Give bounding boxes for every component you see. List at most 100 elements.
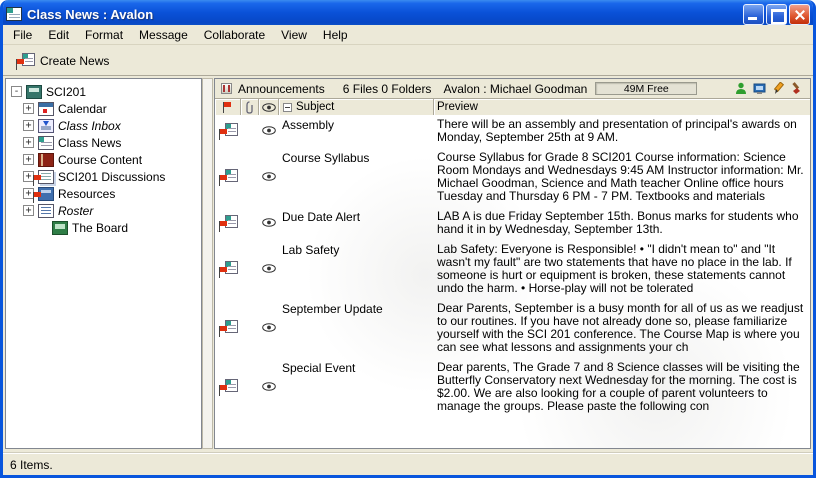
pane-view-icon[interactable] [221,83,232,94]
message-list-pane: Announcements 6 Files 0 Folders Avalon :… [214,78,811,449]
viewed-column-header[interactable] [259,99,279,115]
monitor-icon[interactable] [753,83,766,95]
attachment-column-header[interactable] [241,99,259,115]
news-item-icon [219,320,238,336]
news-item-icon [219,169,238,185]
eye-icon [262,218,276,227]
tree-item-label: Roster [58,204,93,218]
tree-item-icon [38,170,54,184]
create-news-label: Create News [40,54,109,68]
tree-item-icon [38,102,54,116]
menu-item[interactable]: Help [315,25,356,45]
maximize-icon[interactable] [766,4,787,25]
message-subject[interactable]: Course Syllabus [282,151,369,165]
collapse-all-icon[interactable] [283,103,292,112]
tree-item-icon [38,204,54,218]
item-count: 6 Items. [10,458,53,472]
create-news-button[interactable]: Create News [9,49,116,73]
attachment-cell [241,301,259,354]
app-icon [6,7,22,21]
menu-item[interactable]: File [5,25,40,45]
eye-icon [262,264,276,273]
tree-expander-icon[interactable]: + [23,137,34,148]
tree-item[interactable]: + SCI201 Discussions [6,168,201,185]
menu-item[interactable]: View [273,25,315,45]
news-item-icon [219,261,238,277]
message-subject[interactable]: September Update [282,302,383,316]
server-identity: Avalon : Michael Goodman [443,82,587,96]
tree-item-icon [38,119,54,133]
viewed-cell [259,301,279,354]
viewed-cell [259,242,279,295]
pencil-icon[interactable] [772,82,785,95]
brush-icon[interactable] [791,82,804,95]
free-space-meter: 49M Free [595,82,697,95]
unread-flag-icon [219,221,228,232]
message-row[interactable]: Due Date Alert LAB A is due Friday Septe… [215,207,810,240]
message-preview: Course Syllabus for Grade 8 SCI201 Cours… [437,150,804,203]
tree-item[interactable]: + Calendar [6,100,201,117]
subject-column-header[interactable]: Subject [279,99,434,115]
tree-scrollbar[interactable] [202,78,213,449]
tree-item[interactable]: The Board [6,219,201,236]
toolbar: Create News [3,46,813,76]
message-subject[interactable]: Due Date Alert [282,210,360,224]
news-icon [16,53,35,69]
tree-item[interactable]: + Resources [6,185,201,202]
unread-flag-icon [219,385,228,396]
message-subject[interactable]: Lab Safety [282,243,339,257]
tree-expander-icon[interactable]: + [23,103,34,114]
flag-column-header[interactable] [215,99,241,115]
message-preview: Lab Safety: Everyone is Responsible! • "… [437,242,792,295]
tree-item-icon [26,85,42,99]
unread-flag-icon [219,175,228,186]
attachment-cell [241,209,259,236]
tree-expander-icon[interactable]: + [23,120,34,131]
tree-item-icon [38,136,54,150]
tree-item-label: The Board [72,221,128,235]
preview-column-header[interactable]: Preview [434,99,810,115]
tree-item-label: Class Inbox [58,119,121,133]
status-bar: 6 Items. [3,453,813,475]
tree-item[interactable]: + Class News [6,134,201,151]
eye-icon [262,323,276,332]
news-item-icon [219,379,238,395]
subject-column-label: Subject [296,101,334,113]
message-rows: Assembly There will be an assembly and p… [215,115,810,448]
message-row[interactable]: September Update Dear Parents, September… [215,299,810,358]
message-row[interactable]: Lab Safety Lab Safety: Everyone is Respo… [215,240,810,299]
tree-item-icon [38,153,54,167]
eye-icon [262,103,276,112]
message-row[interactable]: Special Event Dear parents, The Grade 7 … [215,358,810,417]
tree-expander-icon[interactable]: + [23,205,34,216]
menu-item[interactable]: Edit [40,25,77,45]
close-icon[interactable] [789,4,810,25]
menu-item[interactable]: Format [77,25,131,45]
minimize-icon[interactable] [743,4,764,25]
tree-item[interactable]: + Class Inbox [6,117,201,134]
tree-item-label: SCI201 [46,85,86,99]
tree-expander-icon[interactable]: - [11,86,22,97]
message-subject[interactable]: Assembly [282,118,334,132]
message-preview: There will be an assembly and presentati… [437,117,797,144]
attachment-cell [241,117,259,144]
menu-item[interactable]: Collaborate [196,25,273,45]
message-subject[interactable]: Special Event [282,361,355,375]
message-preview: Dear parents, The Grade 7 and 8 Science … [437,360,800,413]
paperclip-icon [245,101,254,114]
folder-tree: - SCI201 + Calendar + [5,78,202,449]
viewed-cell [259,209,279,236]
message-row[interactable]: Course Syllabus Course Syllabus for Grad… [215,148,810,207]
viewed-cell [259,360,279,413]
attachment-cell [241,360,259,413]
tree-expander-icon[interactable]: + [23,154,34,165]
tree-item[interactable]: + Course Content [6,151,201,168]
user-status-icon[interactable] [735,82,747,95]
menu-item[interactable]: Message [131,25,196,45]
message-row[interactable]: Assembly There will be an assembly and p… [215,115,810,148]
tree-item[interactable]: - SCI201 [6,83,201,100]
tree-item[interactable]: + Roster [6,202,201,219]
red-flag-icon [223,102,232,113]
unread-flag-icon [219,326,228,337]
eye-icon [262,172,276,181]
